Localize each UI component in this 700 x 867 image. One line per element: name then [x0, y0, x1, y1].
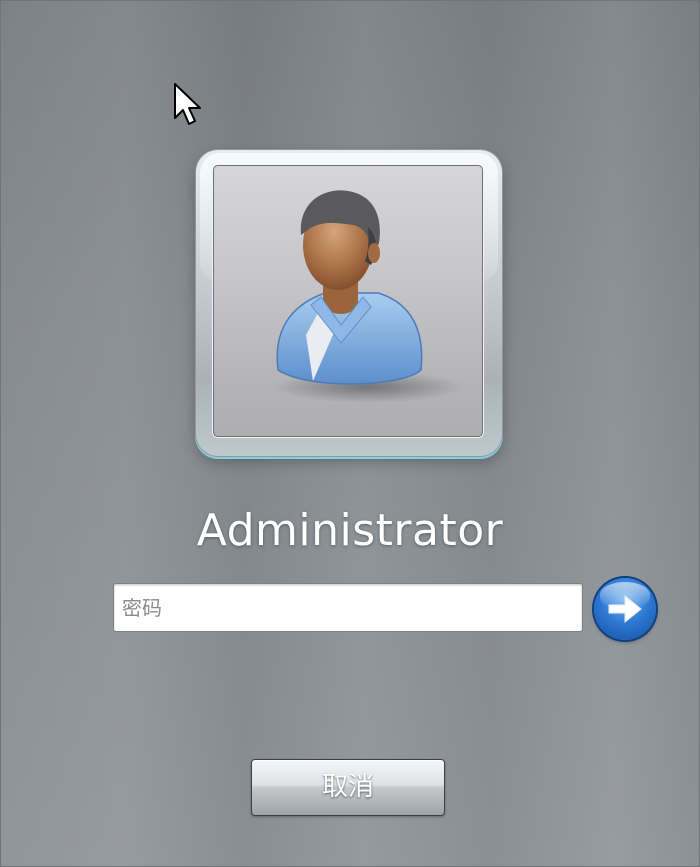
password-input[interactable] [114, 584, 582, 631]
password-field[interactable] [113, 583, 583, 632]
user-avatar-icon [213, 165, 483, 437]
arrow-right-icon [608, 594, 642, 624]
username-label: Administrator [196, 505, 504, 556]
cancel-button[interactable]: 取消 [251, 759, 445, 816]
mouse-pointer-icon [174, 83, 201, 125]
submit-button[interactable] [594, 578, 656, 640]
user-tile[interactable] [196, 150, 502, 456]
